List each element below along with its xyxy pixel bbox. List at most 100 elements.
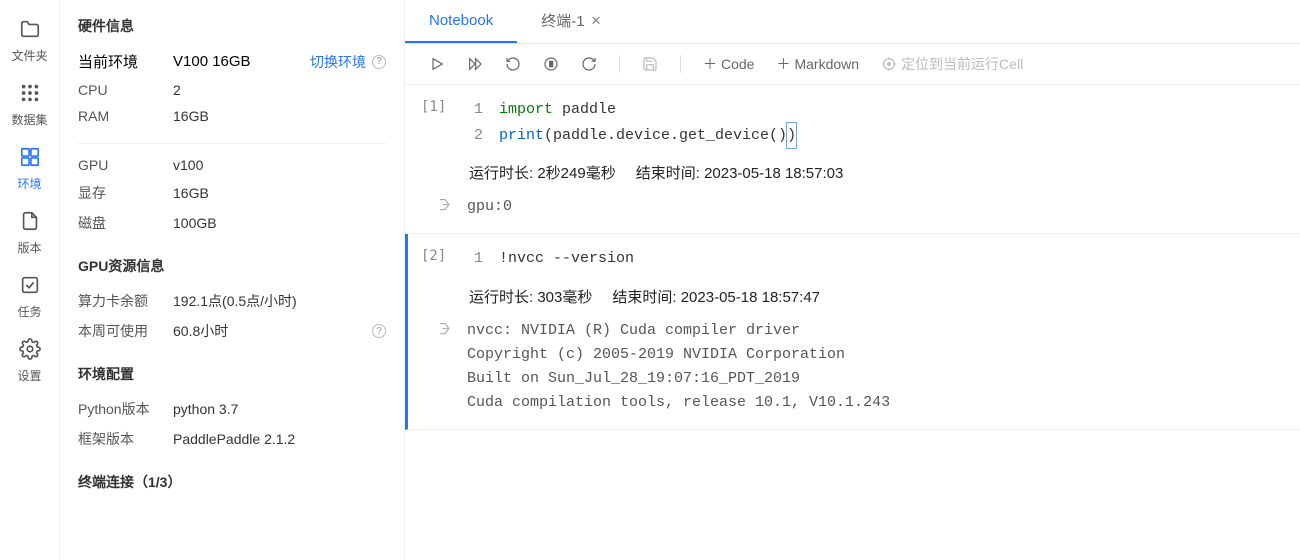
sidebar-environment-label: 环境 (17, 175, 41, 192)
restart-button[interactable] (505, 56, 521, 72)
toolbar-separator (619, 55, 620, 73)
gpu-value: v100 (173, 157, 386, 173)
tab-notebook[interactable]: Notebook (405, 0, 517, 43)
end-value: 2023-05-18 18:57:03 (704, 165, 843, 182)
exec-count: [1] (421, 97, 467, 115)
framework-row: 框架版本 PaddlePaddle 2.1.2 (78, 424, 386, 454)
code-text: import paddle (499, 97, 616, 123)
line-number: 1 (467, 97, 499, 123)
quota-row: 算力卡余额 192.1点(0.5点/小时) (78, 286, 386, 316)
add-code-button[interactable]: ＋ Code (703, 54, 754, 74)
end-label: 结束时间: (636, 165, 700, 182)
run-meta: 运行时长: 303毫秒 结束时间: 2023-05-18 18:57:47 (469, 286, 1280, 307)
code-editor[interactable]: 1import paddle 2print(paddle.device.get_… (467, 97, 1280, 148)
toolbar-separator (680, 55, 681, 73)
output-text: gpu:0 (467, 195, 512, 219)
ram-row: RAM 16GB (78, 103, 386, 129)
sidebar-folder[interactable]: 文件夹 (0, 10, 59, 74)
quota-value: 192.1点(0.5点/小时) (173, 291, 386, 311)
disk-value: 100GB (173, 215, 386, 231)
vram-row: 显存 16GB (78, 178, 386, 208)
tab-terminal-label: 终端-1 (541, 10, 584, 31)
ram-value: 16GB (173, 108, 386, 124)
separator (78, 143, 386, 144)
gear-icon (19, 338, 41, 363)
vram-value: 16GB (173, 185, 386, 201)
help-icon[interactable]: ? (372, 55, 386, 69)
sidebar-task-label: 任务 (17, 303, 41, 320)
run-meta: 运行时长: 2秒249毫秒 结束时间: 2023-05-18 18:57:03 (469, 162, 1280, 183)
add-code-label: Code (721, 56, 754, 72)
disk-label: 磁盘 (78, 213, 173, 233)
duration-label: 运行时长: (469, 289, 533, 306)
sidebar-dataset[interactable]: 数据集 (0, 74, 59, 138)
gpu-label: GPU (78, 157, 173, 173)
duration-value: 2秒249毫秒 (537, 165, 615, 182)
run-all-button[interactable] (467, 56, 483, 72)
framework-value: PaddlePaddle 2.1.2 (173, 431, 386, 447)
sidebar-settings[interactable]: 设置 (0, 330, 59, 394)
duration-value: 303毫秒 (537, 289, 592, 306)
notebook-cell[interactable]: [2] 1!nvcc --version 运行时长: 303毫秒 结束时间: 2… (405, 234, 1300, 430)
exec-count: [2] (421, 246, 467, 264)
notebook-body[interactable]: [1] 1import paddle 2print(paddle.device.… (405, 85, 1300, 560)
tab-terminal[interactable]: 终端-1 ✕ (517, 0, 625, 43)
line-number: 1 (467, 246, 499, 272)
current-env-value: V100 16GB (173, 53, 310, 70)
gpu-row: GPU v100 (78, 152, 386, 178)
sidebar-dataset-label: 数据集 (11, 111, 47, 128)
locate-cell-label: 定位到当前运行Cell (901, 54, 1023, 74)
terminal-connection-title: 终端连接（1/3） (78, 472, 386, 492)
duration-label: 运行时长: (469, 165, 533, 182)
add-markdown-button[interactable]: ＋ Markdown (776, 54, 859, 74)
environment-icon (19, 146, 41, 171)
quota-label: 算力卡余额 (78, 291, 173, 311)
end-label: 结束时间: (612, 289, 676, 306)
sidebar-settings-label: 设置 (17, 367, 41, 384)
add-markdown-label: Markdown (794, 56, 859, 72)
locate-cell-button[interactable]: 定位到当前运行Cell (881, 54, 1023, 74)
week-row: 本周可使用 60.8小时 ? (78, 316, 386, 346)
env-config-title: 环境配置 (78, 364, 386, 384)
tabs-bar: Notebook 终端-1 ✕ (405, 0, 1300, 44)
cpu-row: CPU 2 (78, 77, 386, 103)
python-value: python 3.7 (173, 401, 386, 417)
code-editor[interactable]: 1!nvcc --version (467, 246, 1280, 272)
switch-env-label: 切换环境 (310, 52, 366, 72)
end-value: 2023-05-18 18:57:47 (681, 289, 820, 306)
sidebar-version-label: 版本 (17, 239, 41, 256)
info-panel: 硬件信息 当前环境 V100 16GB 切换环境 ? CPU 2 RAM 16G… (60, 0, 405, 560)
folder-icon (19, 18, 41, 43)
sidebar-version[interactable]: 版本 (0, 202, 59, 266)
version-icon (19, 210, 41, 235)
code-text: !nvcc --version (499, 246, 634, 272)
toolbar: ＋ Code ＋ Markdown 定位到当前运行Cell (405, 44, 1300, 85)
current-env-label: 当前环境 (78, 51, 173, 72)
python-label: Python版本 (78, 399, 173, 419)
cell-output: gpu:0 (437, 195, 1280, 219)
sidebar-task[interactable]: 任务 (0, 266, 59, 330)
help-icon[interactable]: ? (372, 324, 386, 338)
current-env-row: 当前环境 V100 16GB 切换环境 ? (78, 46, 386, 77)
vram-label: 显存 (78, 183, 173, 203)
stop-button[interactable] (543, 56, 559, 72)
run-button[interactable] (429, 56, 445, 72)
save-button[interactable] (642, 56, 658, 72)
cpu-label: CPU (78, 82, 173, 98)
disk-row: 磁盘 100GB (78, 208, 386, 238)
output-arrow-icon (437, 195, 467, 215)
notebook-cell[interactable]: [1] 1import paddle 2print(paddle.device.… (405, 85, 1300, 234)
dataset-icon (19, 82, 41, 107)
switch-env-link[interactable]: 切换环境 ? (310, 52, 386, 72)
close-icon[interactable]: ✕ (591, 13, 602, 29)
python-row: Python版本 python 3.7 (78, 394, 386, 424)
line-number: 2 (467, 123, 499, 149)
reset-button[interactable] (581, 56, 597, 72)
sidebar-folder-label: 文件夹 (11, 47, 47, 64)
tab-notebook-label: Notebook (429, 12, 493, 29)
sidebar-environment[interactable]: 环境 (0, 138, 59, 202)
cell-output: nvcc: NVIDIA (R) Cuda compiler driver Co… (437, 319, 1280, 415)
main-area: Notebook 终端-1 ✕ ＋ Code ＋ Markdown (405, 0, 1300, 560)
icon-sidebar: 文件夹 数据集 环境 版本 任务 设置 (0, 0, 60, 560)
output-text: nvcc: NVIDIA (R) Cuda compiler driver Co… (467, 319, 890, 415)
